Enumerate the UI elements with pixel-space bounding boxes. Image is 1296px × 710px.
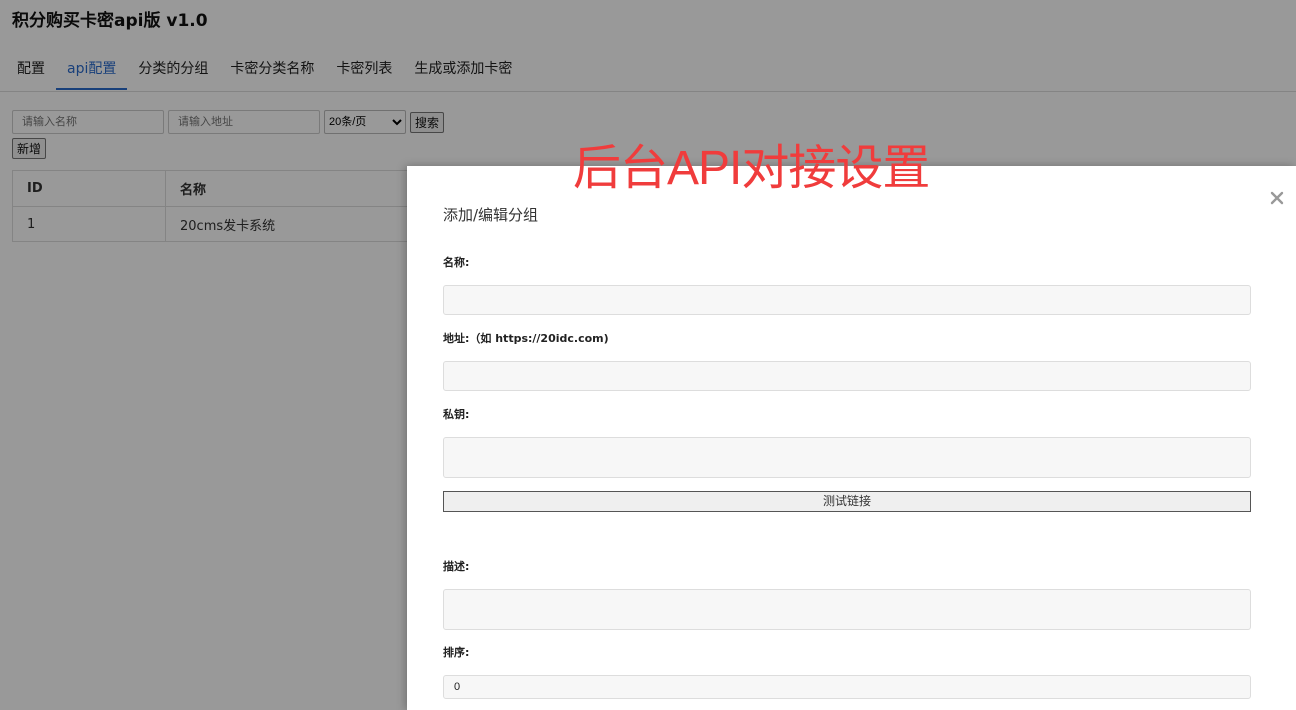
description-label: 描述:: [443, 560, 470, 573]
address-label: 地址:（如 https://20idc.com): [443, 332, 609, 345]
close-icon-svg: [1270, 191, 1284, 205]
modal-title: 添加/编辑分组: [443, 206, 539, 224]
key-field[interactable]: [443, 437, 1251, 478]
name-label: 名称:: [443, 256, 470, 269]
sort-label: 排序:: [443, 646, 470, 659]
address-field[interactable]: [443, 361, 1251, 391]
edit-group-modal: 添加/编辑分组 名称: 地址:（如 https://20idc.com) 私钥:…: [407, 166, 1296, 710]
name-field[interactable]: [443, 285, 1251, 315]
key-label: 私钥:: [443, 408, 470, 421]
sort-field[interactable]: [443, 675, 1251, 699]
test-link-button[interactable]: 测试链接: [443, 491, 1251, 512]
overlay-caption: 后台API对接设置: [573, 142, 930, 195]
description-field[interactable]: [443, 589, 1251, 630]
close-icon[interactable]: [1268, 190, 1286, 208]
